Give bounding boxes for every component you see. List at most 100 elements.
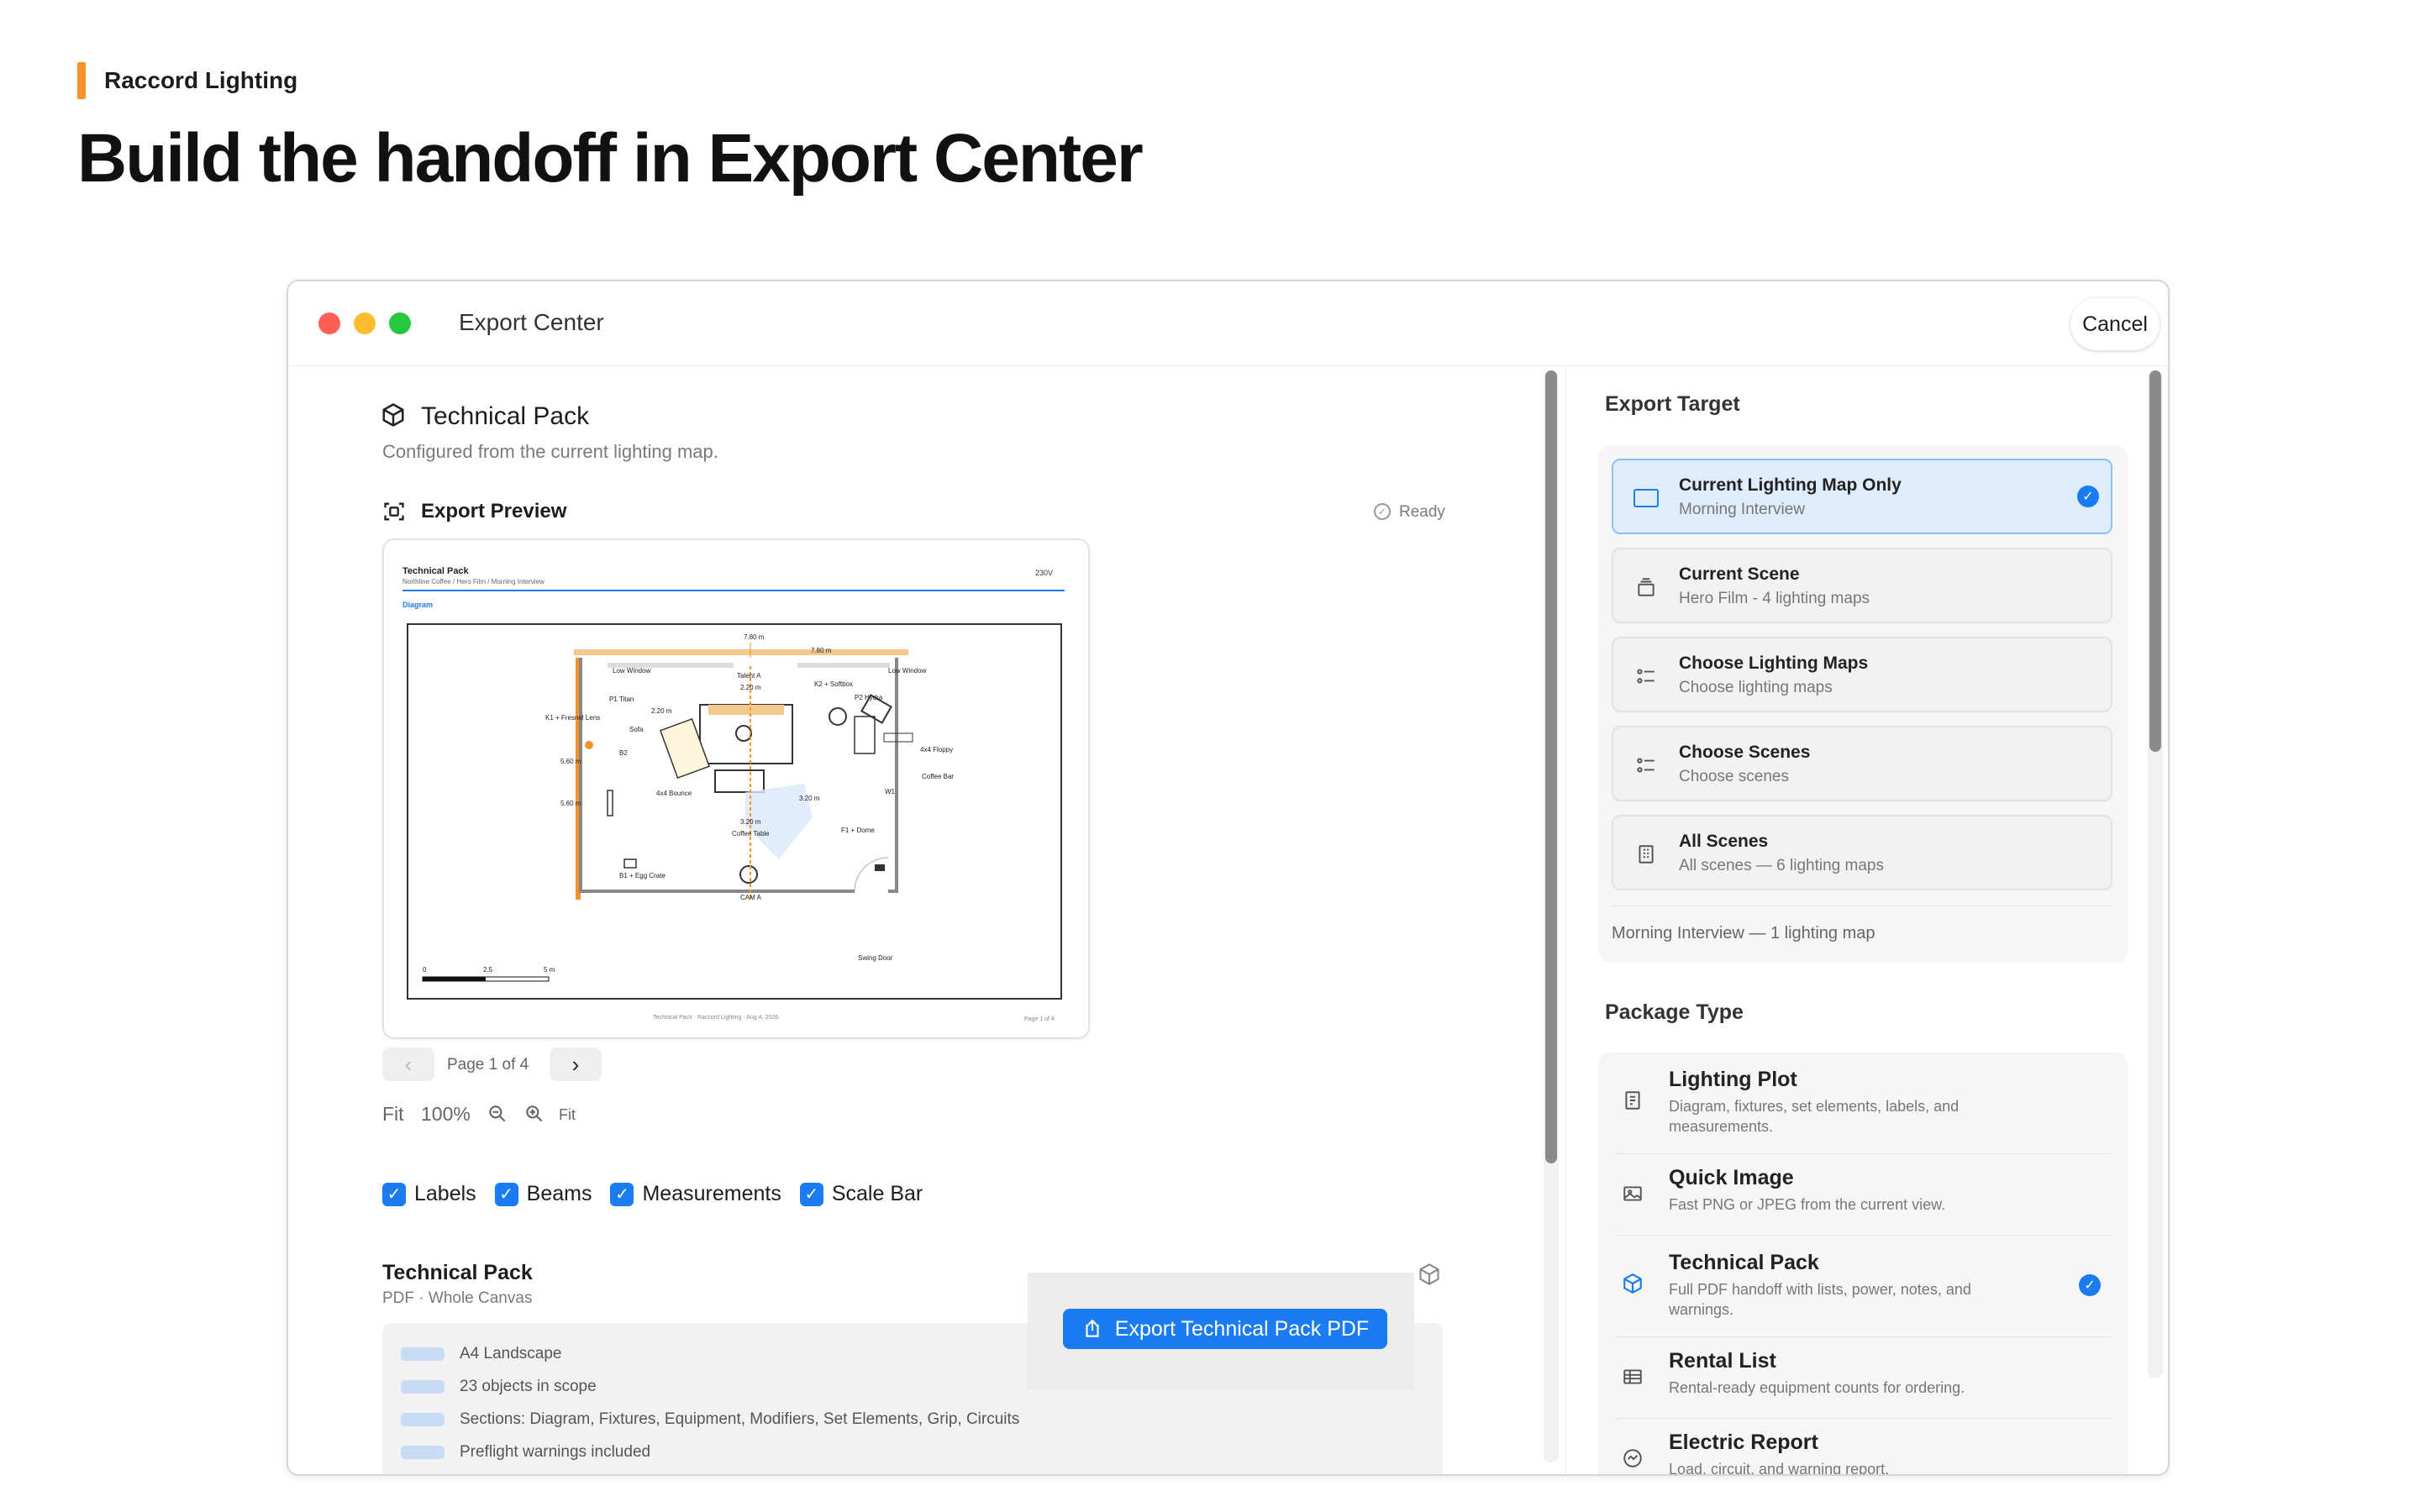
toggle-measurements-label: Measurements [642, 1182, 781, 1205]
checkbox-checked-icon[interactable]: ✓ [799, 1182, 823, 1206]
fit-label[interactable]: Fit [382, 1103, 404, 1126]
summary-row: 23 objects in scope [401, 1374, 597, 1399]
rectangle-icon [1634, 486, 1659, 511]
export-button-label: Export Technical Pack PDF [1114, 1316, 1370, 1341]
preview-icon [382, 500, 406, 523]
package-electric-report[interactable]: Electric Report Load, circuit, and warni… [1598, 1419, 2128, 1474]
title-bar: Export Center Cancel [288, 281, 2168, 366]
right-scrollbar-thumb[interactable] [2149, 370, 2161, 752]
summary-row-text: A4 Landscape [460, 1345, 562, 1362]
summary-title: Technical Pack [382, 1261, 533, 1284]
label-dim-table: 3.20 m [740, 818, 761, 826]
left-scrollbar-thumb[interactable] [1545, 370, 1557, 1163]
window-title: Export Center [459, 309, 604, 335]
label-dim-top-right: 7.80 m [811, 647, 832, 654]
label-talent: Talent A [737, 672, 761, 680]
checkbox-checked-icon[interactable]: ✓ [494, 1182, 518, 1206]
label-b1: B1 + Egg Crate [619, 872, 666, 879]
checkbox-checked-icon[interactable]: ✓ [610, 1182, 634, 1206]
doc-voltage: 230V [1035, 569, 1053, 577]
label-b2: B2 [619, 749, 628, 757]
label-p1: P1 Titan [609, 696, 634, 703]
minimize-window-button[interactable] [354, 312, 376, 334]
target-current-lighting-map[interactable]: Current Lighting Map Only Morning Interv… [1612, 459, 2112, 534]
label-scale-end: 5 m [544, 966, 555, 974]
label-scale-0: 0 [423, 966, 427, 974]
doc-page-footer: Page 1 of 4 [1024, 1016, 1055, 1022]
export-preview-page[interactable]: Technical Pack Northline Coffee / Hero F… [382, 538, 1090, 1039]
label-f1: F1 + Dome [841, 827, 875, 834]
target-subtitle: Hero Film - 4 lighting maps [1679, 590, 1870, 607]
package-title: Electric Report [1669, 1431, 1818, 1454]
stack-icon [1634, 575, 1659, 600]
toggle-scale-bar-label: Scale Bar [831, 1182, 923, 1205]
label-dim-left-a: 5.60 m [560, 758, 581, 765]
summary-subtitle: PDF · Whole Canvas [382, 1289, 533, 1307]
label-swing-door: Swing Door [858, 954, 893, 962]
package-title: Lighting Plot [1669, 1068, 1797, 1091]
label-sofa: Sofa [629, 726, 644, 733]
label-low-window-left: Low Window [613, 667, 651, 675]
right-pane: Export Target Current Lighting Map Only … [1565, 365, 2168, 1474]
package-rental-list[interactable]: Rental List Rental-ready equipment count… [1598, 1337, 2128, 1418]
page-indicator: Page 1 of 4 [447, 1056, 529, 1074]
right-scrollbar[interactable] [2148, 370, 2163, 1378]
summary-row: Sections: Diagram, Fixtures, Equipment, … [401, 1407, 1019, 1432]
target-choose-scenes[interactable]: Choose Scenes Choose scenes [1612, 726, 2112, 801]
label-w1: W1 [885, 788, 896, 795]
package-title: Technical Pack [1669, 1251, 1819, 1274]
toggle-beams[interactable]: ✓ Beams [494, 1182, 592, 1206]
package-quick-image[interactable]: Quick Image Fast PNG or JPEG from the cu… [1598, 1154, 2128, 1235]
toggle-measurements[interactable]: ✓ Measurements [610, 1182, 781, 1206]
next-page-button[interactable]: › [550, 1047, 602, 1081]
pack-title: Technical Pack [421, 402, 590, 430]
checkbox-checked-icon[interactable]: ✓ [382, 1182, 406, 1206]
previous-page-button[interactable]: ‹ [382, 1047, 434, 1081]
toggle-scale-bar[interactable]: ✓ Scale Bar [799, 1182, 923, 1206]
target-summary: Morning Interview — 1 lighting map [1612, 924, 1876, 942]
left-scrollbar[interactable] [1544, 370, 1559, 1462]
target-title: All Scenes [1679, 832, 1769, 851]
label-dim-left-b: 5.60 m [560, 800, 581, 807]
brand: Raccord Lighting [77, 62, 297, 99]
lighting-diagram: Technical Pack Northline Coffee / Hero F… [402, 566, 1065, 1022]
zoom-in-icon[interactable] [523, 1103, 545, 1125]
target-current-scene[interactable]: Current Scene Hero Film - 4 lighting map… [1612, 548, 2112, 623]
target-subtitle: Morning Interview [1679, 501, 1805, 518]
preview-title: Export Preview [421, 500, 567, 522]
doc-footer: Technical Pack · Raccord Lighting · Aug … [653, 1015, 778, 1021]
doc-subtitle: Northline Coffee / Hero Film / Morning I… [402, 578, 544, 585]
package-subtitle: Diagram, fixtures, set elements, labels,… [1669, 1098, 1960, 1135]
package-cube-icon [1418, 1263, 1441, 1286]
package-type-group: Lighting Plot Diagram, fixtures, set ele… [1598, 1053, 2128, 1474]
cancel-button[interactable]: Cancel [2070, 298, 2160, 350]
target-title: Current Scene [1679, 564, 1800, 584]
label-floppy: 4x4 Floppy [920, 746, 953, 753]
target-title: Current Lighting Map Only [1679, 475, 1902, 495]
brand-accent-bar [77, 62, 86, 99]
package-subtitle: Fast PNG or JPEG from the current view. [1669, 1196, 1946, 1213]
package-subtitle: Load, circuit, and warning report. [1669, 1461, 1890, 1474]
target-choose-lighting-maps[interactable]: Choose Lighting Maps Choose lighting map… [1612, 637, 2112, 712]
cube-icon [381, 402, 406, 428]
close-window-button[interactable] [318, 312, 340, 334]
zoom-window-button[interactable] [389, 312, 411, 334]
summary-row: Preflight warnings included [401, 1440, 650, 1465]
export-button[interactable]: Export Technical Pack PDF [1063, 1309, 1387, 1349]
label-low-window-right: Low Window [888, 667, 927, 675]
label-coffee-table: Coffee Table [732, 830, 770, 837]
target-all-scenes[interactable]: All Scenes All scenes — 6 lighting maps [1612, 815, 2112, 890]
brand-name: Raccord Lighting [104, 67, 298, 93]
toggle-labels[interactable]: ✓ Labels [382, 1182, 476, 1206]
label-coffee-bar: Coffee Bar [922, 773, 954, 780]
package-technical-pack[interactable]: Technical Pack Full PDF handoff with lis… [1598, 1236, 2128, 1336]
selected-check-icon: ✓ [2079, 1274, 2101, 1296]
hero-title: Build the handoff in Export Center [77, 120, 1144, 197]
label-scale-mid: 2.5 [483, 966, 493, 974]
zoom-out-icon[interactable] [487, 1103, 508, 1125]
fit-button[interactable]: Fit [559, 1106, 576, 1124]
gauge-icon [1618, 1444, 1647, 1473]
summary-row-text: Sections: Diagram, Fixtures, Equipment, … [460, 1410, 1020, 1428]
checklist-icon [1634, 753, 1659, 778]
package-lighting-plot[interactable]: Lighting Plot Diagram, fixtures, set ele… [1598, 1053, 2128, 1153]
